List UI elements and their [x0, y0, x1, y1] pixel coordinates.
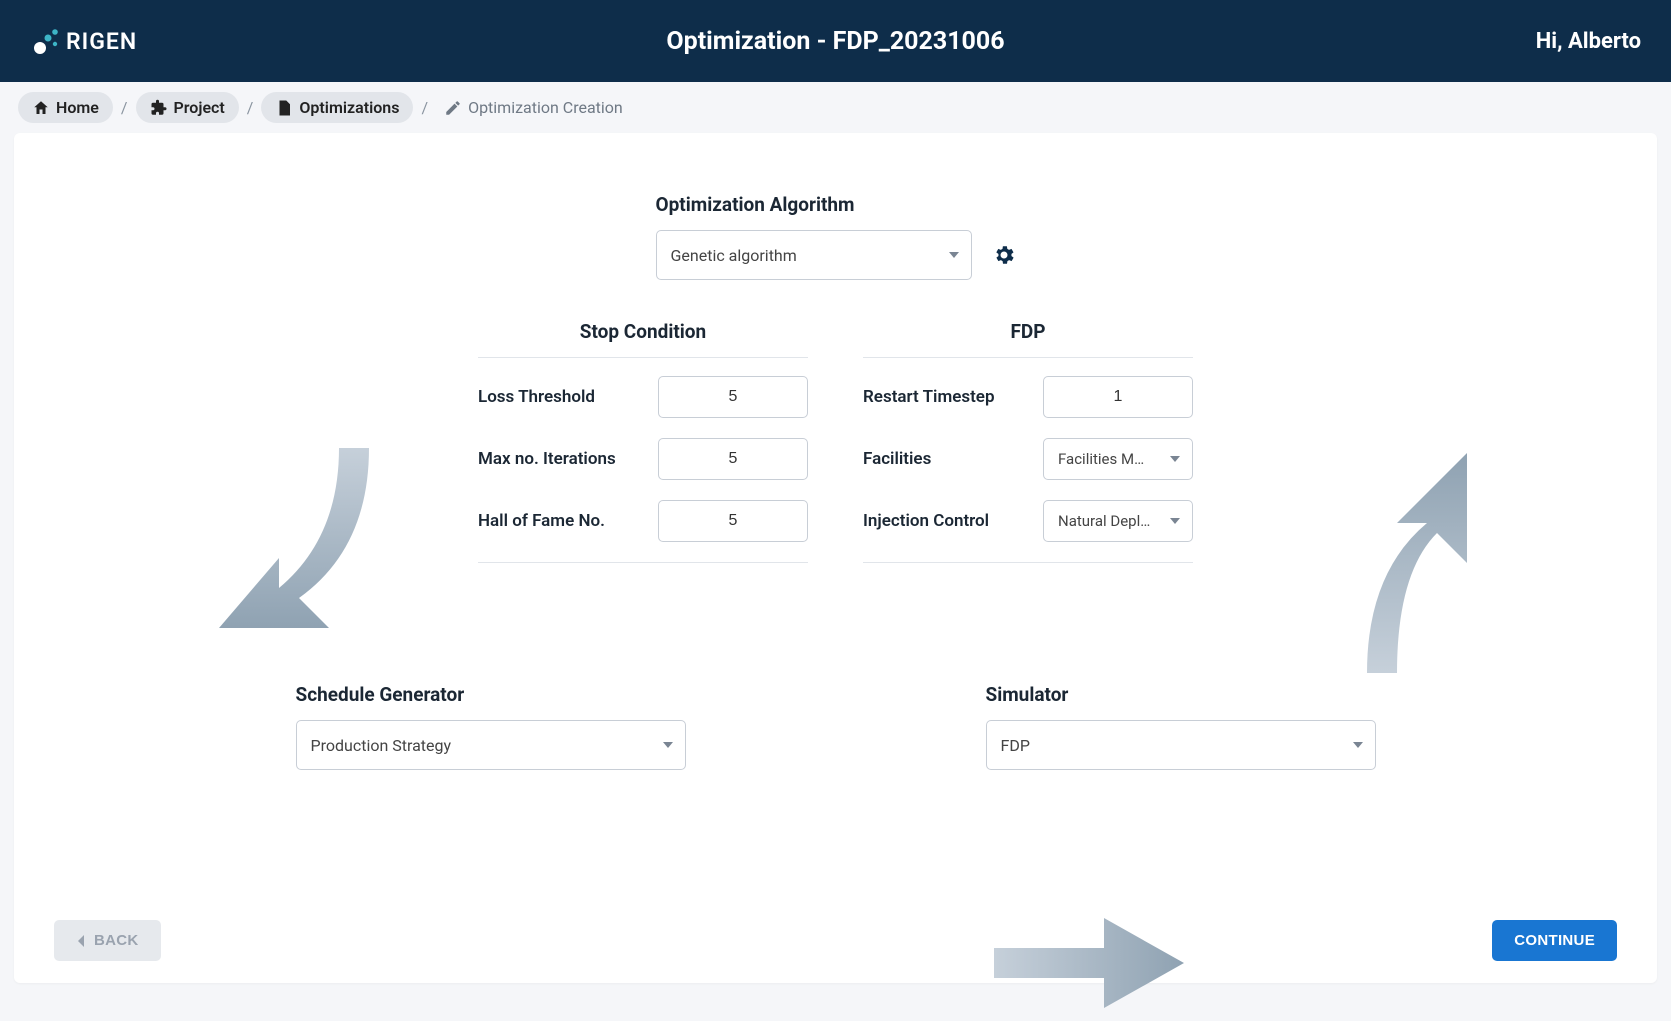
divider: [863, 562, 1193, 563]
main-card: Optimization Algorithm Genetic algorithm…: [14, 133, 1657, 983]
facilities-selected-value: Facilities Mod…: [1058, 450, 1152, 468]
chevron-down-icon: [663, 742, 673, 748]
brand-text: RIGEN: [66, 28, 137, 55]
fdp-title: FDP: [863, 320, 1193, 343]
algorithm-section: Optimization Algorithm Genetic algorithm: [656, 193, 1016, 280]
topbar: RIGEN Optimization - FDP_20231006 Hi, Al…: [0, 0, 1671, 82]
schedule-generator-section: Schedule Generator Production Strategy: [296, 683, 686, 770]
simulator-title: Simulator: [986, 683, 1376, 706]
breadcrumb-label: Home: [56, 98, 99, 117]
params-section: Stop Condition Loss Threshold Max no. It…: [461, 320, 1211, 563]
divider: [863, 357, 1193, 358]
breadcrumb-current: Optimization Creation: [436, 92, 631, 123]
stop-condition-section: Stop Condition Loss Threshold Max no. It…: [478, 320, 808, 563]
page-title: Optimization - FDP_20231006: [666, 27, 1004, 56]
algorithm-select[interactable]: Genetic algorithm: [656, 230, 972, 280]
schedule-generator-select[interactable]: Production Strategy: [296, 720, 686, 770]
breadcrumb-separator: /: [121, 98, 128, 117]
breadcrumb-separator: /: [421, 98, 428, 117]
logo-icon: [30, 26, 60, 56]
file-icon: [275, 99, 293, 117]
chevron-down-icon: [1170, 518, 1180, 524]
max-iterations-label: Max no. Iterations: [478, 448, 616, 471]
chevron-down-icon: [949, 252, 959, 258]
facilities-label: Facilities: [863, 448, 931, 471]
breadcrumb-separator: /: [247, 98, 254, 117]
stop-condition-title: Stop Condition: [478, 320, 808, 343]
injection-selected-value: Natural Depleti…: [1058, 512, 1152, 530]
algorithm-label: Optimization Algorithm: [656, 193, 1016, 216]
flow-arrow-up-right: [1337, 453, 1497, 683]
schedule-generator-selected-value: Production Strategy: [311, 736, 452, 755]
breadcrumb: Home / Project / Optimizations / Optimiz…: [0, 82, 1671, 133]
facilities-select[interactable]: Facilities Mod…: [1043, 438, 1193, 480]
simulator-section: Simulator FDP: [986, 683, 1376, 770]
restart-timestep-input[interactable]: [1043, 376, 1193, 418]
injection-control-select[interactable]: Natural Depleti…: [1043, 500, 1193, 542]
simulator-select[interactable]: FDP: [986, 720, 1376, 770]
loss-threshold-input[interactable]: [658, 376, 808, 418]
simulator-selected-value: FDP: [1001, 736, 1030, 755]
chevron-down-icon: [1353, 742, 1363, 748]
divider: [478, 562, 808, 563]
chevron-down-icon: [1170, 456, 1180, 462]
hall-of-fame-input[interactable]: [658, 500, 808, 542]
footer-actions: BACK CONTINUE: [54, 920, 1617, 961]
divider: [478, 357, 808, 358]
algorithm-selected-value: Genetic algorithm: [671, 246, 797, 265]
breadcrumb-label: Project: [174, 98, 225, 117]
continue-button[interactable]: CONTINUE: [1492, 920, 1617, 961]
pencil-icon: [444, 99, 462, 117]
schedule-generator-title: Schedule Generator: [296, 683, 686, 706]
hall-of-fame-label: Hall of Fame No.: [478, 510, 605, 533]
home-icon: [32, 99, 50, 117]
puzzle-icon: [150, 99, 168, 117]
breadcrumb-label: Optimization Creation: [468, 98, 623, 117]
restart-timestep-label: Restart Timestep: [863, 386, 995, 409]
loss-threshold-label: Loss Threshold: [478, 386, 595, 409]
injection-control-label: Injection Control: [863, 510, 989, 533]
back-button-label: BACK: [94, 932, 139, 949]
gear-icon[interactable]: [992, 243, 1016, 267]
breadcrumb-project[interactable]: Project: [136, 92, 239, 123]
continue-button-label: CONTINUE: [1514, 932, 1595, 949]
bottom-section: Schedule Generator Production Strategy S…: [296, 683, 1376, 770]
max-iterations-input[interactable]: [658, 438, 808, 480]
chevron-left-icon: [76, 935, 86, 947]
back-button[interactable]: BACK: [54, 920, 161, 961]
breadcrumb-home[interactable]: Home: [18, 92, 113, 123]
user-greeting[interactable]: Hi, Alberto: [1536, 29, 1641, 54]
breadcrumb-label: Optimizations: [299, 98, 399, 117]
fdp-section: FDP Restart Timestep Facilities Faciliti…: [863, 320, 1193, 563]
flow-arrow-down-left: [209, 438, 369, 668]
brand-logo: RIGEN: [30, 26, 137, 56]
breadcrumb-optimizations[interactable]: Optimizations: [261, 92, 413, 123]
